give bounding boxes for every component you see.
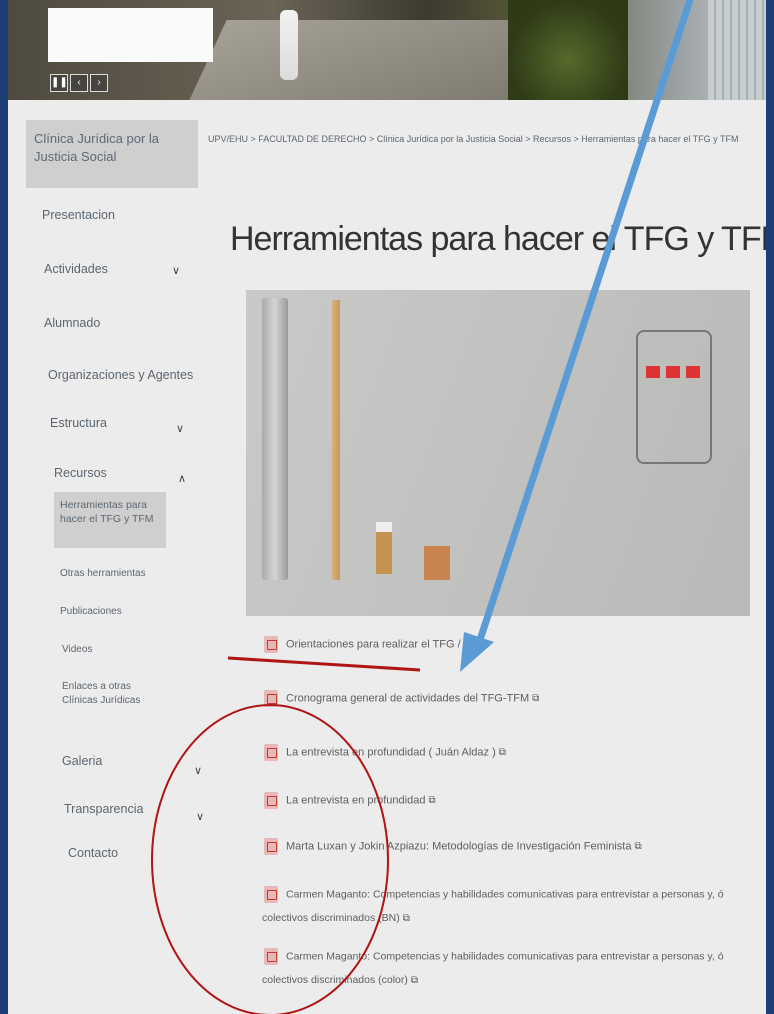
annotation-arrow xyxy=(472,0,694,656)
annotation-circle xyxy=(151,704,389,1014)
annotation-underline xyxy=(227,656,421,672)
browser-page: ❚❚ ‹ › Clínica Jurídica por la Justicia … xyxy=(8,0,766,1014)
annotation-arrowhead xyxy=(460,632,494,672)
annotation-overlay xyxy=(151,0,694,1014)
